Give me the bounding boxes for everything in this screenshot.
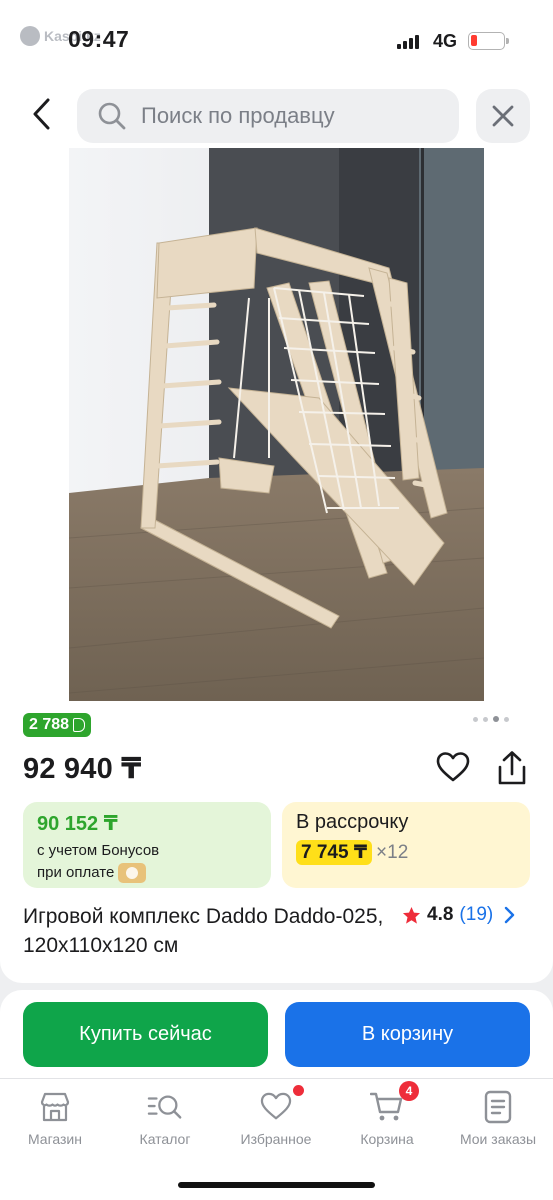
tab-catalog-label: Каталог [139, 1131, 191, 1147]
search-input[interactable]: Поиск по продавцу [77, 89, 459, 143]
product-title: Игровой комплекс Daddo Daddo-025, 120x11… [23, 905, 384, 957]
bonus-price-value: 90 152 ₸ [37, 813, 118, 835]
chevron-left-icon [33, 98, 50, 130]
status-bar: Kaspi.kz 09:47 4G [0, 0, 553, 80]
add-to-cart-button[interactable]: В корзину [285, 1002, 530, 1067]
installment-label: В рассрочку [296, 811, 409, 833]
battery-icon [468, 32, 509, 50]
tab-favorites-label: Избранное [240, 1131, 312, 1147]
gallery-pagination [473, 716, 509, 722]
tab-favorites[interactable]: Избранное [221, 1085, 331, 1147]
brand-logo-icon [20, 26, 40, 46]
search-placeholder: Поиск по продавцу [141, 103, 335, 128]
gallery-dot [483, 716, 488, 722]
installment-multiplier: ×12 [376, 841, 409, 863]
status-time: 09:47 [68, 26, 130, 52]
bonus-badge: 2 788 [23, 713, 92, 737]
gallery-dot-active [493, 716, 499, 722]
home-indicator [178, 1182, 375, 1188]
share-icon[interactable] [495, 750, 529, 786]
rating-value: 4.8 [427, 904, 454, 925]
product-photo-illustration [69, 148, 484, 701]
gallery-dot [504, 716, 509, 722]
tab-cart-label: Корзина [360, 1131, 414, 1147]
search-header: Поиск по продавцу [0, 80, 553, 148]
close-icon [492, 105, 514, 127]
tab-catalog[interactable]: Каталог [110, 1089, 220, 1147]
signal-icon [397, 33, 419, 49]
cart-icon [370, 1092, 403, 1121]
heart-icon [260, 1092, 292, 1120]
bonus-currency-icon [73, 718, 86, 732]
shop-icon [40, 1092, 70, 1122]
purchase-actions: Купить сейчас В корзину [0, 990, 553, 1078]
product-rating[interactable]: 4.8 (19) [402, 904, 515, 926]
installment-amount: 7 745 ₸ [296, 840, 373, 865]
product-card: 2 788 92 940 ₸ 90 152 ₸ с учетом Бонусов… [0, 148, 553, 983]
tab-cart[interactable]: 4 Корзина [332, 1081, 442, 1147]
tab-my-orders-label: Мои заказы [459, 1131, 537, 1147]
bonus-amount: 2 788 [29, 716, 70, 733]
bonus-coin-icon [118, 863, 147, 884]
buy-now-button[interactable]: Купить сейчас [23, 1002, 268, 1067]
bonus-price-note-line1: с учетом Бонусов [37, 842, 160, 859]
cart-count-badge: 4 [399, 1081, 419, 1101]
close-search-button[interactable] [476, 89, 530, 143]
bonus-price-note-line2: при оплате [37, 864, 115, 881]
tab-shop[interactable]: Магазин [0, 1089, 110, 1147]
reviews-count: (19) [459, 904, 494, 925]
tab-my-orders[interactable]: Мои заказы [443, 1089, 553, 1147]
product-price: 92 940 ₸ [23, 753, 142, 785]
catalog-search-icon [147, 1095, 182, 1119]
installment-box[interactable]: В рассрочку 7 745 ₸ ×12 [282, 802, 530, 888]
bonus-price-box[interactable]: 90 152 ₸ с учетом Бонусов при оплате [23, 802, 271, 888]
product-image[interactable] [69, 148, 484, 701]
star-icon [402, 906, 421, 924]
network-type: 4G [433, 31, 458, 51]
chevron-right-icon [505, 906, 515, 924]
back-button[interactable] [22, 92, 62, 136]
search-icon [98, 102, 126, 130]
orders-icon [484, 1090, 512, 1124]
favorites-notification-dot [293, 1085, 304, 1096]
tab-shop-label: Магазин [27, 1131, 82, 1147]
add-to-favorites-heart-icon[interactable] [436, 751, 470, 785]
gallery-dot [473, 716, 478, 722]
